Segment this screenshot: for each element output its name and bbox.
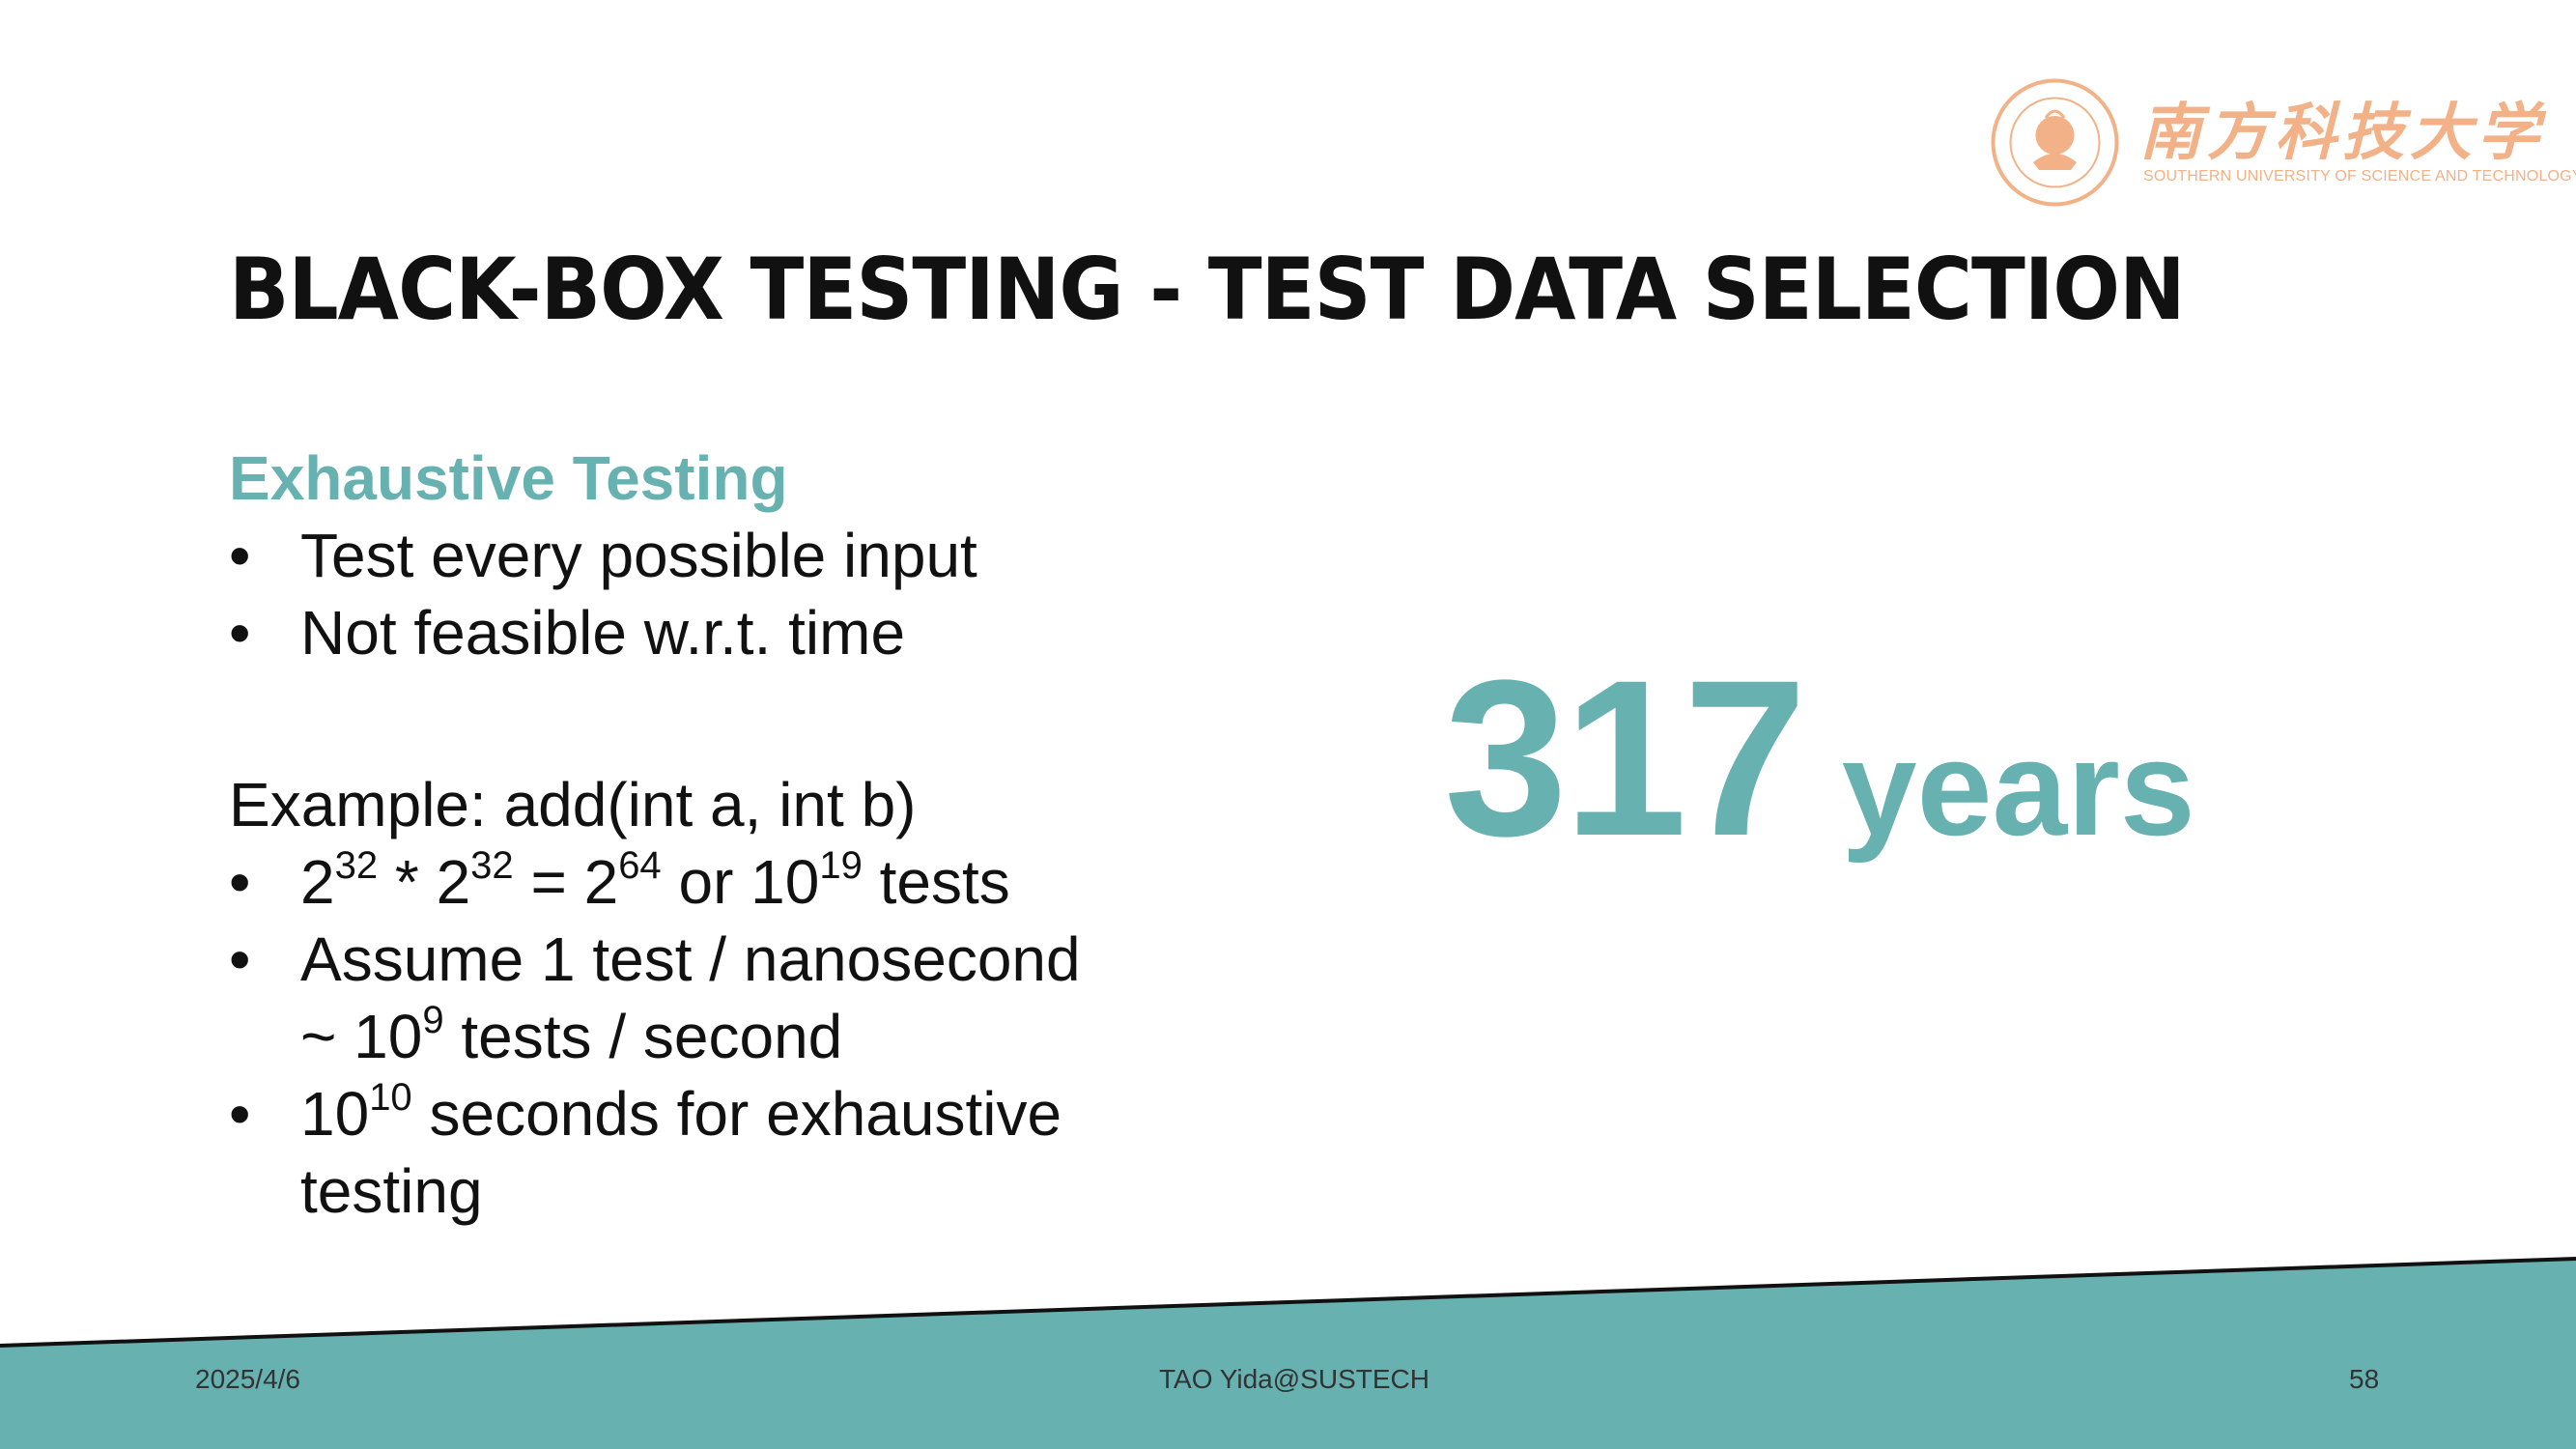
rate-text: Assume 1 test / nanosecond ~ 109 tests / …	[300, 924, 1081, 1071]
bullet-icon: •	[229, 847, 251, 917]
bullet-icon: •	[229, 598, 251, 668]
bullet-list: • Test every possible input • Not feasible…	[229, 517, 1195, 671]
example-bullet-list: • 232 * 232 = 264 or 1019 tests • Assume…	[229, 843, 1195, 1230]
example-block: Example: add(int a, int b) • 232 * 232 =…	[229, 766, 1195, 1230]
slide: 南方科技大学 SOUTHERN UNIVERSITY OF SCIENCE AN…	[0, 0, 2576, 1449]
section-heading: Exhaustive Testing	[229, 443, 788, 513]
duration-text: 1010 seconds for exhaustive testing	[300, 1076, 1062, 1226]
list-item: • 232 * 232 = 264 or 1019 tests	[229, 843, 1195, 921]
highlight-number: 317	[1444, 634, 1807, 882]
highlight-unit: years	[1841, 712, 2195, 864]
bullet-text: Not feasible w.r.t. time	[300, 598, 906, 668]
list-item: • Test every possible input	[229, 517, 1195, 594]
list-item: • Assume 1 test / nanosecond ~ 109 tests …	[229, 921, 1195, 1075]
university-seal-icon	[1991, 78, 2119, 207]
formula-text: 232 * 232 = 264 or 1019 tests	[300, 844, 1010, 917]
example-label: Example: add(int a, int b)	[229, 770, 917, 839]
bullet-icon: •	[229, 521, 251, 590]
highlight-value: 317 years	[1444, 647, 2195, 869]
bullet-icon: •	[229, 1079, 251, 1149]
university-logo: 南方科技大学 SOUTHERN UNIVERSITY OF SCIENCE AN…	[1990, 77, 2576, 213]
bullet-text: Test every possible input	[300, 521, 977, 590]
content-area: Exhaustive Testing • Test every possible …	[229, 440, 1195, 1230]
bullet-icon: •	[229, 924, 251, 994]
list-item: • 1010 seconds for exhaustive testing	[229, 1075, 1195, 1230]
footer-date: 2025/4/6	[195, 1364, 300, 1394]
logo-chinese-name: 南方科技大学	[2139, 97, 2545, 169]
slide-title: Black-box Testing - Test Data Selection	[229, 240, 2186, 339]
list-item: • Not feasible w.r.t. time	[229, 594, 1195, 671]
footer-author: TAO Yida@SUSTECH	[1159, 1364, 1430, 1394]
logo-english-name: SOUTHERN UNIVERSITY OF SCIENCE AND TECHN…	[2143, 168, 2576, 185]
page-number: 58	[2349, 1364, 2380, 1394]
